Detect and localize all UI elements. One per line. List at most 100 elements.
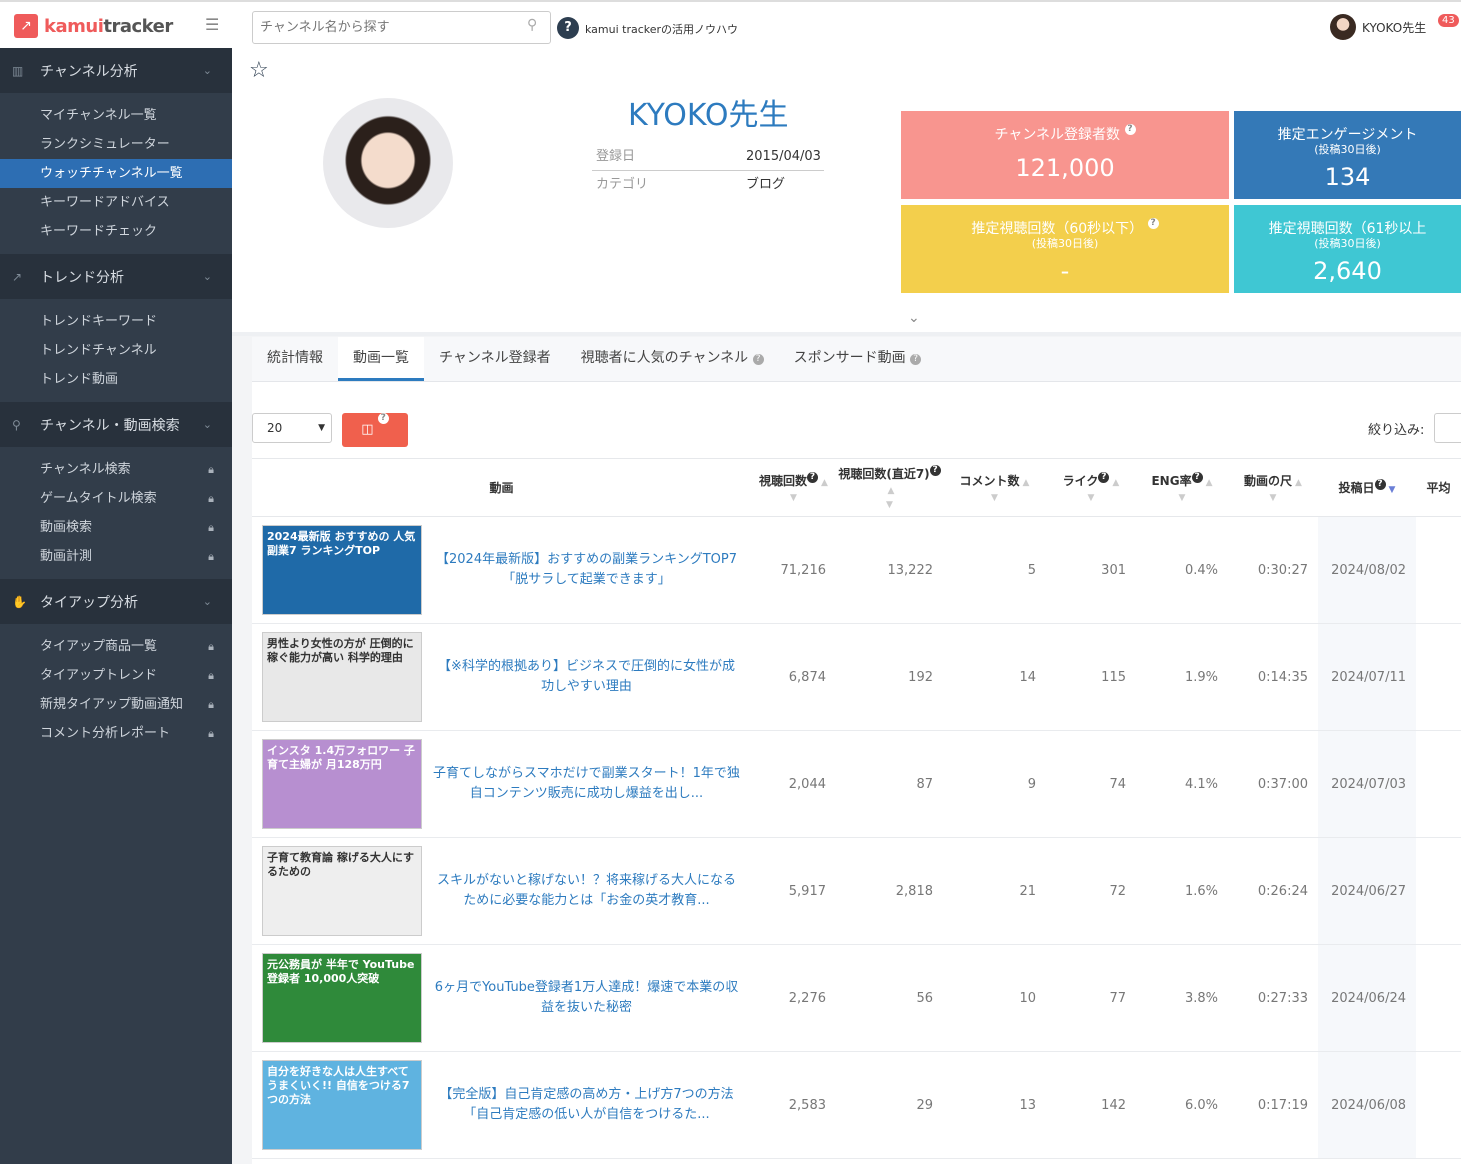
- cell-likes: 301: [1046, 516, 1136, 624]
- tab[interactable]: 視聴者に人気のチャンネル ?: [566, 337, 779, 381]
- stat-card: 推定視聴回数（60秒以下） ? (投稿30日後) -: [901, 205, 1229, 293]
- sidebar-item[interactable]: トレンド動画: [0, 365, 232, 394]
- stat-value: 2,640: [1313, 257, 1382, 285]
- sidebar-item[interactable]: チャンネル検索 🔒︎: [0, 455, 232, 484]
- header-label: ライク: [1062, 474, 1099, 488]
- video-thumbnail[interactable]: インスタ 1.4万フォロワー 子育て主婦が 月128万円: [262, 739, 422, 829]
- sidebar-item[interactable]: タイアップ商品一覧 🔒︎: [0, 632, 232, 661]
- user-menu[interactable]: KYOKO先生: [1330, 14, 1426, 40]
- sidebar-section[interactable]: ✋ タイアップ分析 ⌄: [0, 579, 232, 624]
- lock-icon: 🔒︎: [208, 550, 214, 563]
- sidebar-item[interactable]: ウォッチチャンネル一覧: [0, 159, 232, 188]
- sidebar-section[interactable]: ⚲ チャンネル・動画検索 ⌄: [0, 402, 232, 447]
- tab[interactable]: 動画一覧: [338, 337, 424, 381]
- columns-icon: ◫: [361, 422, 374, 437]
- sidebar-item[interactable]: ランクシミュレーター: [0, 130, 232, 159]
- section-label: チャンネル分析: [40, 63, 138, 80]
- video-title-link[interactable]: スキルがないと稼げない！？将来稼げる大人になるために必要な能力とは「お金の英才教…: [422, 871, 751, 911]
- sidebar-item[interactable]: マイチャンネル一覧: [0, 101, 232, 130]
- search-icon[interactable]: ⚲: [527, 17, 537, 33]
- cell-likes: 72: [1046, 837, 1136, 945]
- help-link[interactable]: kamui trackerの活用ノウハウ: [585, 21, 738, 37]
- cell-duration: 0:26:24: [1228, 837, 1318, 945]
- sidebar-item[interactable]: コメント分析レポート 🔒︎: [0, 719, 232, 748]
- cell-views: 6,874: [751, 623, 836, 731]
- video-title-link[interactable]: 【※科学的根拠あり】ビジネスで圧倒的に女性が成功しやすい理由: [422, 657, 751, 697]
- sidebar-item[interactable]: キーワードチェック: [0, 217, 232, 246]
- cell-date: 2024/07/03: [1318, 730, 1416, 838]
- sidebar-item[interactable]: 動画検索 🔒︎: [0, 513, 232, 542]
- cell-views: 2,583: [751, 1051, 836, 1159]
- cell-recent7: 13,222: [836, 516, 943, 624]
- video-title-link[interactable]: 【2024年最新版】おすすめの副業ランキングTOP7「脱サラして起業できます」: [422, 550, 751, 590]
- video-title-link[interactable]: 【完全版】自己肯定感の高め方・上げ方7つの方法「自己肯定感の低い人が自信をつける…: [422, 1085, 751, 1125]
- help-icon: ?: [752, 354, 764, 365]
- registered-label: 登録日: [596, 149, 636, 164]
- column-header[interactable]: コメント数 ▲ ▼: [943, 458, 1046, 517]
- page-size-select[interactable]: 20 ▼: [252, 413, 332, 443]
- column-toggle-button[interactable]: ◫ ?: [342, 413, 408, 447]
- lock-icon: 🔒︎: [208, 727, 214, 740]
- table-row: インスタ 1.4万フォロワー 子育て主婦が 月128万円 子育てしながらスマホだけ…: [252, 730, 1461, 838]
- video-thumbnail[interactable]: 2024最新版 おすすめの 人気副業7 ランキングTOP: [262, 525, 422, 615]
- header-label: コメント数: [959, 474, 1020, 488]
- notification-badge[interactable]: 43: [1438, 14, 1459, 27]
- tab[interactable]: 統計情報: [252, 337, 338, 381]
- sidebar-item[interactable]: ゲームタイトル検索 🔒︎: [0, 484, 232, 513]
- help-icon: ?: [1098, 472, 1110, 483]
- video-title-link[interactable]: 子育てしながらスマホだけで副業スタート！1年で独自コンテンツ販売に成功し爆益を出…: [422, 764, 751, 804]
- cell-average: [1416, 623, 1461, 731]
- sidebar-item[interactable]: トレンドチャンネル: [0, 336, 232, 365]
- filter-label: 絞り込み:: [1368, 423, 1425, 438]
- expand-chevron-icon[interactable]: ⌄: [908, 310, 920, 326]
- cell-views: 71,216: [751, 516, 836, 624]
- column-header[interactable]: ENG率 ?▲ ▼: [1136, 458, 1228, 517]
- help-icon[interactable]: ?: [1147, 218, 1159, 229]
- tab[interactable]: スポンサード動画 ?: [779, 337, 936, 381]
- filter-input[interactable]: [1434, 413, 1461, 443]
- sidebar-item-label: ウォッチチャンネル一覧: [40, 166, 183, 181]
- help-icon[interactable]: ?: [557, 17, 579, 39]
- column-header[interactable]: 視聴回数(直近7) ? ▲ ▼: [836, 458, 943, 517]
- cell-recent7: 29: [836, 1051, 943, 1159]
- video-title-link[interactable]: 6ヶ月でYouTube登録者1万人達成！爆速で本業の収益を抜いた秘密: [422, 978, 751, 1018]
- cell-date: 2024/08/02: [1318, 516, 1416, 624]
- sidebar-section[interactable]: ↗ トレンド分析 ⌄: [0, 254, 232, 299]
- channel-search-input[interactable]: [252, 11, 551, 44]
- sidebar-item[interactable]: タイアップトレンド 🔒︎: [0, 661, 232, 690]
- tab[interactable]: チャンネル登録者: [424, 337, 566, 381]
- sidebar-section[interactable]: ▥ チャンネル分析 ⌄: [0, 48, 232, 93]
- help-icon: ?: [1191, 472, 1203, 483]
- stat-value: 134: [1324, 163, 1371, 191]
- cell-duration: 0:14:35: [1228, 623, 1318, 731]
- cell-duration: 0:27:33: [1228, 944, 1318, 1052]
- menu-icon[interactable]: ☰: [205, 17, 223, 33]
- sidebar-item[interactable]: トレンドキーワード: [0, 307, 232, 336]
- favorite-star-icon[interactable]: ☆: [249, 58, 269, 83]
- column-header[interactable]: 投稿日 ?▼: [1318, 458, 1416, 517]
- lock-icon: 🔒︎: [208, 521, 214, 534]
- cell-eng: 3.8%: [1136, 944, 1228, 1052]
- column-header[interactable]: 視聴回数 ?▲ ▼: [751, 458, 836, 517]
- help-icon[interactable]: ?: [1124, 124, 1136, 135]
- video-thumbnail[interactable]: 自分を好きな人は人生すべてうまくいく!! 自信をつける7つの方法: [262, 1060, 422, 1150]
- sidebar-item-label: ゲームタイトル検索: [40, 491, 157, 506]
- sidebar-item[interactable]: 新規タイアップ動画通知 🔒︎: [0, 690, 232, 719]
- column-header[interactable]: 平均: [1416, 458, 1461, 517]
- header-label: 視聴回数(直近7): [838, 467, 930, 481]
- sidebar-item[interactable]: 動画計測 🔒︎: [0, 542, 232, 571]
- sidebar-item-label: キーワードアドバイス: [40, 195, 170, 210]
- video-thumbnail[interactable]: 男性より女性の方が 圧倒的に 稼ぐ能力が高い 科学的理由: [262, 632, 422, 722]
- cell-duration: 0:37:00: [1228, 730, 1318, 838]
- video-thumbnail[interactable]: 子育て教育論 稼げる大人にするための: [262, 846, 422, 936]
- header-label: 視聴回数: [759, 474, 808, 488]
- sidebar-item[interactable]: キーワードアドバイス: [0, 188, 232, 217]
- header-divider: [232, 306, 1461, 336]
- stat-subtitle: (投稿30日後): [1314, 237, 1381, 250]
- stat-value: -: [1060, 257, 1070, 285]
- video-thumbnail[interactable]: 元公務員が 半年で YouTube登録者 10,000人突破: [262, 953, 422, 1043]
- table-row: 子育て教育論 稼げる大人にするための スキルがないと稼げない！？将来稼げる大人にな…: [252, 837, 1461, 945]
- column-header[interactable]: 動画の尺 ▲ ▼: [1228, 458, 1318, 517]
- logo[interactable]: ↗ kamuitracker: [14, 14, 173, 38]
- column-header[interactable]: ライク ?▲ ▼: [1046, 458, 1136, 517]
